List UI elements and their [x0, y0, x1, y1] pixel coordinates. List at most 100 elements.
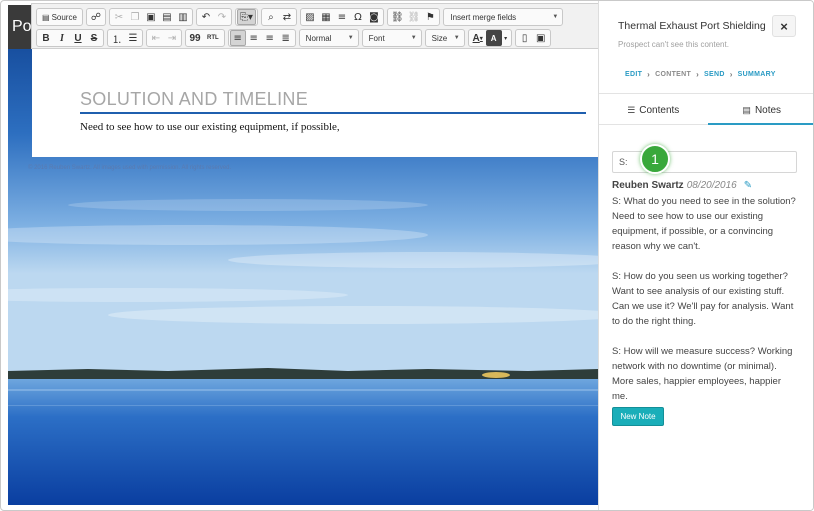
divider	[599, 93, 813, 94]
insert-group: ▨ ▦ ≡ Ω ◙	[299, 8, 384, 26]
paste-text-icon[interactable]: ▤	[159, 9, 175, 25]
source-group: ▤ Source	[36, 8, 83, 26]
format-select[interactable]: Normal ▼	[298, 29, 359, 47]
format-painter-icon[interactable]: ⎘▾	[236, 9, 256, 25]
align-left-icon[interactable]: ≡	[229, 30, 246, 46]
underline-button[interactable]: U	[70, 30, 86, 46]
outdent-icon[interactable]: ⇤	[148, 30, 164, 46]
chevron-down-icon: ▾	[479, 35, 483, 42]
templates-icon[interactable]: ☍	[88, 9, 104, 25]
paste-word-icon[interactable]: ▥	[175, 9, 191, 25]
paste-icon[interactable]: ▣	[143, 9, 159, 25]
merge-fields-select[interactable]: Insert merge fields ▼	[443, 8, 564, 26]
indent-group: ⇤ ⇥	[146, 29, 182, 47]
tab-notes-label: Notes	[754, 104, 782, 116]
save-icon[interactable]: ▣	[533, 30, 549, 46]
document-icon: ▤	[742, 104, 751, 115]
copy-icon[interactable]: ❐	[127, 9, 143, 25]
chevron-right-icon: ›	[647, 70, 651, 79]
special-char-icon[interactable]: Ω	[350, 9, 366, 25]
align-group: ≡ ≡ ≡ ≣	[227, 29, 296, 47]
list-group: ⒈ ☰	[107, 29, 143, 47]
blockquote-button[interactable]: 99	[187, 30, 203, 46]
section-title: SOLUTION AND TIMELINE	[80, 89, 586, 114]
size-select[interactable]: Size ▼	[424, 29, 465, 47]
history-group: ↶ ↷	[195, 8, 232, 26]
font-label: Font	[368, 33, 385, 43]
list-icon: ☰	[627, 105, 636, 115]
text-color-label: A	[472, 32, 480, 44]
size-label: Size	[431, 33, 448, 43]
chevron-down-icon: ▼	[552, 14, 559, 20]
redo-icon[interactable]: ↷	[214, 9, 230, 25]
font-select[interactable]: Font ▼	[361, 29, 422, 47]
note-paragraph: S: How will we measure success? Working …	[612, 346, 793, 402]
source-label: Source	[51, 12, 77, 22]
pencil-icon[interactable]: ✎	[744, 180, 752, 191]
source-icon: ▤	[42, 12, 50, 22]
format-label: Normal	[305, 33, 332, 43]
app-window: Po SOLUTION AND TIMELINE Need to see how…	[0, 0, 814, 511]
breadcrumb-send[interactable]: SEND	[704, 71, 725, 78]
note-paragraph: S: How do you seen us working together? …	[612, 271, 794, 327]
panel-tabs: ☰ Contents ▤ Notes	[599, 97, 813, 125]
breadcrumb: EDIT › CONTENT › SEND › SUMMARY	[625, 70, 776, 79]
chevron-down-icon[interactable]: ▾	[502, 30, 510, 46]
bold-button[interactable]: B	[38, 30, 54, 46]
link-group: ⛓ ⛓ ⚑	[386, 8, 441, 26]
undo-icon[interactable]: ↶	[198, 9, 214, 25]
merge-fields-label: Insert merge fields	[450, 12, 517, 22]
document-group: ▯ ▣	[514, 29, 551, 47]
horizontal-line-icon[interactable]: ≡	[334, 9, 350, 25]
preview-icon[interactable]: ▯	[517, 30, 533, 46]
toolbar-row-2: B I U S ⒈ ☰ ⇤ ⇥ 99 RTL ≡ ≡ ≡ ≣ Normal ▼ …	[36, 28, 551, 48]
color-group: A ▾ A ▾	[467, 29, 512, 47]
block-group: 99 RTL	[185, 29, 225, 47]
chevron-down-icon: ▼	[453, 35, 460, 41]
tab-contents-label: Contents	[639, 105, 680, 116]
strikethrough-button[interactable]: S	[86, 30, 102, 46]
panel-title: Thermal Exhaust Port Shielding	[618, 20, 766, 32]
bulleted-list-icon[interactable]: ☰	[125, 30, 141, 46]
note-date: 08/20/2016	[686, 180, 737, 191]
background-color-button[interactable]: A	[485, 30, 502, 46]
table-icon[interactable]: ▦	[318, 9, 334, 25]
breadcrumb-content: CONTENT	[655, 71, 692, 78]
align-center-icon[interactable]: ≡	[246, 30, 262, 46]
link-icon[interactable]: ⛓	[389, 9, 406, 25]
chevron-down-icon: ▼	[410, 35, 417, 41]
find-icon[interactable]: ⌕	[263, 9, 279, 25]
align-justify-icon[interactable]: ≣	[278, 30, 294, 46]
text-direction-button[interactable]: RTL	[203, 30, 223, 46]
content-section[interactable]: SOLUTION AND TIMELINE Need to see how to…	[32, 49, 598, 157]
breadcrumb-edit[interactable]: EDIT	[625, 71, 642, 78]
numbered-list-icon[interactable]: ⒈	[109, 30, 125, 46]
image-copyright: © 2016 Reuben Swartz. All images used wi…	[28, 165, 232, 171]
toolbar-row-1: ▤ Source ☍ ✂ ❐ ▣ ▤ ▥ ↶ ↷ ⎘▾ ⌕ ⇄ ▨ ▦ ≡ Ω …	[36, 7, 564, 27]
tab-notes[interactable]: ▤ Notes	[707, 97, 813, 125]
format-painter-group: ⎘▾	[234, 8, 258, 26]
italic-button[interactable]: I	[54, 30, 70, 46]
chevron-down-icon: ▼	[347, 35, 354, 41]
anchor-flag-icon[interactable]: ⚑	[422, 9, 438, 25]
chevron-right-icon: ›	[696, 70, 700, 79]
template-group: ☍	[85, 8, 106, 26]
text-color-button[interactable]: A ▾	[470, 30, 486, 46]
tab-contents[interactable]: ☰ Contents	[599, 97, 708, 125]
panel-subtitle: Prospect can't see this content.	[618, 40, 729, 49]
indent-icon[interactable]: ⇥	[164, 30, 180, 46]
replace-icon[interactable]: ⇄	[279, 9, 295, 25]
clipboard-group: ✂ ❐ ▣ ▤ ▥	[108, 8, 193, 26]
breadcrumb-summary[interactable]: SUMMARY	[738, 71, 776, 78]
new-note-button[interactable]: New Note	[612, 407, 664, 426]
cut-icon[interactable]: ✂	[111, 9, 127, 25]
media-icon[interactable]: ◙	[366, 9, 382, 25]
note-header: Reuben Swartz 08/20/2016 ✎	[612, 180, 752, 191]
image-icon[interactable]: ▨	[302, 9, 318, 25]
source-button[interactable]: ▤ Source	[38, 9, 81, 25]
background-color-label: A	[490, 33, 497, 43]
close-button[interactable]: ×	[772, 15, 796, 37]
align-right-icon[interactable]: ≡	[262, 30, 278, 46]
unlink-icon[interactable]: ⛓	[406, 9, 423, 25]
section-body-text[interactable]: Need to see how to use our existing equi…	[80, 121, 340, 133]
